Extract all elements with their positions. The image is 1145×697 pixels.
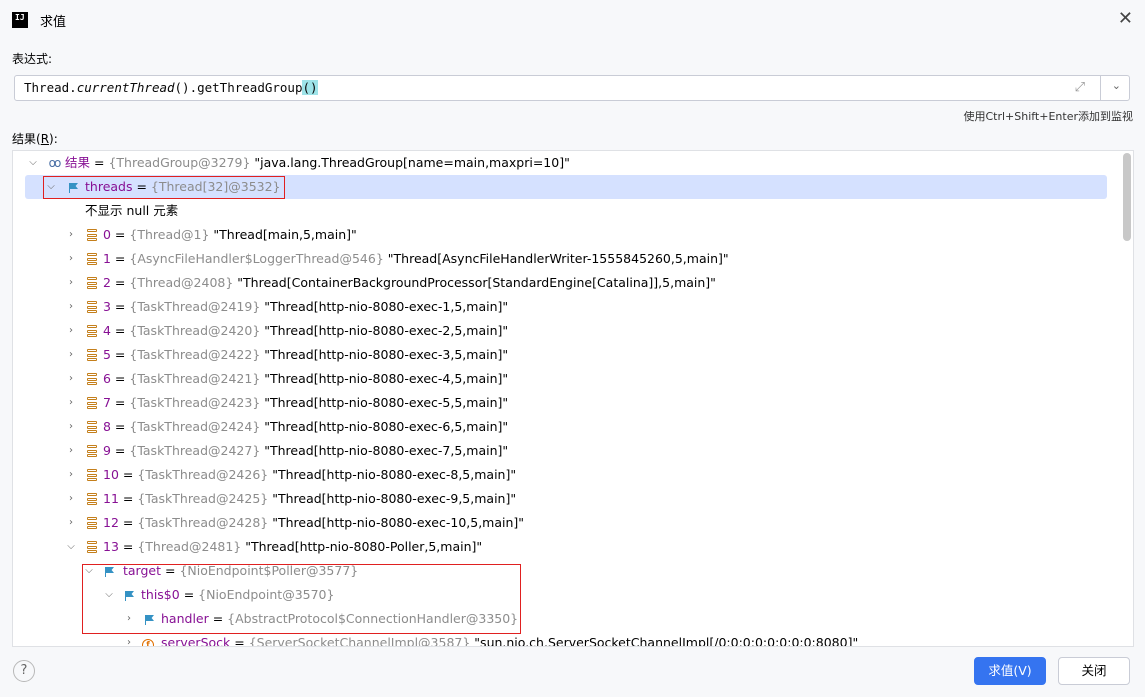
dialog-title: 求值 xyxy=(40,15,67,30)
tree-row-item[interactable]: › 2 = {Thread@2408} "Thread[ContainerBack… xyxy=(13,271,1107,295)
chevron-right-icon[interactable]: › xyxy=(65,391,77,415)
stack-icon xyxy=(85,511,99,535)
stack-icon xyxy=(85,223,99,247)
tree-row-handler[interactable]: › handler = {AbstractProtocol$Connection… xyxy=(13,607,1107,631)
tree-row-item[interactable]: › 6 = {TaskThread@2421} "Thread[http-nio-… xyxy=(13,367,1107,391)
glasses-icon: oo xyxy=(48,156,62,170)
chevron-right-icon[interactable]: › xyxy=(65,463,77,487)
tree-row-threads[interactable]: ⌵ threads = {Thread[32]@3532} xyxy=(25,175,1107,199)
tree-row-item[interactable]: › 4 = {TaskThread@2420} "Thread[http-nio-… xyxy=(13,319,1107,343)
scrollbar-thumb[interactable] xyxy=(1123,153,1131,241)
chevron-right-icon[interactable]: › xyxy=(65,319,77,343)
flag-icon xyxy=(67,175,81,199)
stack-icon xyxy=(85,535,99,559)
tree-row-item[interactable]: › 7 = {TaskThread@2423} "Thread[http-nio-… xyxy=(13,391,1107,415)
chevron-right-icon[interactable]: › xyxy=(65,247,77,271)
chevron-down-icon[interactable]: ⌵ xyxy=(83,559,95,583)
chevron-right-icon[interactable]: › xyxy=(65,487,77,511)
expand-icon[interactable]: ⤢ xyxy=(1075,80,1085,95)
expression-input[interactable]: Thread.currentThread().getThreadGroup() … xyxy=(14,75,1130,101)
stack-icon xyxy=(85,295,99,319)
close-icon[interactable]: ✕ xyxy=(1118,8,1133,29)
tree-row-item[interactable]: › 5 = {TaskThread@2422} "Thread[http-nio-… xyxy=(13,343,1107,367)
flag-icon xyxy=(123,583,137,607)
chevron-down-icon[interactable]: ⌵ xyxy=(27,151,39,175)
tree-row-item[interactable]: › 1 = {AsyncFileHandler$LoggerThread@546}… xyxy=(13,247,1107,271)
chevron-right-icon[interactable]: › xyxy=(65,223,77,247)
flag-icon xyxy=(143,607,157,631)
chevron-right-icon[interactable]: › xyxy=(65,343,77,367)
tree-row-item[interactable]: › 9 = {TaskThread@2427} "Thread[http-nio-… xyxy=(13,439,1107,463)
chevron-right-icon[interactable]: › xyxy=(65,295,77,319)
expression-label: 表达式: xyxy=(12,52,53,66)
tree-row-item[interactable]: ⌵ 13 = {Thread@2481} "Thread[http-nio-808… xyxy=(13,535,1107,559)
chevron-right-icon[interactable]: › xyxy=(65,271,77,295)
tree-row-serversock[interactable]: › f serverSock = {ServerSocketChannelImp… xyxy=(13,631,1107,646)
result-tree[interactable]: ⌵ oo 结果 = {ThreadGroup@3279} "java.lang.… xyxy=(12,150,1134,647)
tree-row-item[interactable]: › 8 = {TaskThread@2424} "Thread[http-nio-… xyxy=(13,415,1107,439)
close-button[interactable]: 关闭 xyxy=(1058,657,1130,685)
chevron-right-icon[interactable]: › xyxy=(65,415,77,439)
chevron-right-icon[interactable]: › xyxy=(65,367,77,391)
stack-icon xyxy=(85,487,99,511)
stack-icon xyxy=(85,319,99,343)
chevron-right-icon[interactable]: › xyxy=(65,511,77,535)
stack-icon xyxy=(85,343,99,367)
tree-row-root[interactable]: ⌵ oo 结果 = {ThreadGroup@3279} "java.lang.… xyxy=(13,151,1107,175)
evaluate-button[interactable]: 求值(V) xyxy=(974,657,1046,685)
stack-icon xyxy=(85,271,99,295)
tree-row-item[interactable]: › 10 = {TaskThread@2426} "Thread[http-nio… xyxy=(13,463,1107,487)
help-button[interactable]: ? xyxy=(13,660,35,682)
tree-row-item[interactable]: › 12 = {TaskThread@2428} "Thread[http-nio… xyxy=(13,511,1107,535)
app-logo: IJ xyxy=(12,12,28,28)
stack-icon xyxy=(85,247,99,271)
chevron-right-icon[interactable]: › xyxy=(123,607,135,631)
tree-row-item[interactable]: › 0 = {Thread@1} "Thread[main,5,main]" xyxy=(13,223,1107,247)
stack-icon xyxy=(85,391,99,415)
chevron-right-icon[interactable]: › xyxy=(65,439,77,463)
watch-hint: 使用Ctrl+Shift+Enter添加到监视 xyxy=(963,110,1133,123)
chevron-down-icon[interactable]: ⌵ xyxy=(65,535,77,559)
tree-row-this0[interactable]: ⌵ this$0 = {NioEndpoint@3570} xyxy=(13,583,1107,607)
stack-icon xyxy=(85,463,99,487)
tree-row-target[interactable]: ⌵ target = {NioEndpoint$Poller@3577} xyxy=(13,559,1107,583)
null-notice: 不显示 null 元素 xyxy=(85,203,179,218)
chevron-down-icon[interactable]: ⌵ xyxy=(45,175,57,199)
tree-row-item[interactable]: › 11 = {TaskThread@2425} "Thread[http-nio… xyxy=(13,487,1107,511)
title-bar: IJ 求值 ✕ xyxy=(0,0,1145,40)
stack-icon xyxy=(85,439,99,463)
stack-icon xyxy=(85,415,99,439)
flag-icon xyxy=(103,559,117,583)
chevron-right-icon[interactable]: › xyxy=(123,631,135,646)
tree-row-item[interactable]: › 3 = {TaskThread@2419} "Thread[http-nio-… xyxy=(13,295,1107,319)
stack-icon xyxy=(85,367,99,391)
input-divider xyxy=(1100,76,1101,100)
chevron-down-icon[interactable]: ⌄ xyxy=(1112,79,1121,92)
field-icon: f xyxy=(141,631,155,646)
chevron-down-icon[interactable]: ⌵ xyxy=(103,583,115,607)
vertical-scrollbar[interactable] xyxy=(1121,151,1133,646)
expression-code[interactable]: Thread.currentThread().getThreadGroup() xyxy=(24,80,318,95)
result-label: 结果(R): xyxy=(12,132,58,146)
